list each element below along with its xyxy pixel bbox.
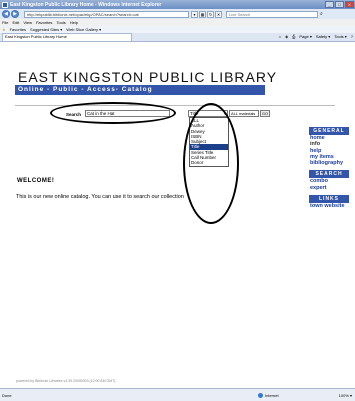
- tab-bar: East Kingston Public Library Home ⌂ ◈ ⎙ …: [0, 33, 355, 42]
- home-icon[interactable]: ⌂: [279, 34, 281, 40]
- dropdown-option-donor[interactable]: Donor: [190, 160, 228, 165]
- window-title: East Kingston Public Library Home - Wind…: [10, 1, 162, 8]
- sidebar-heading-links: LINKS: [309, 195, 349, 204]
- library-subtitle: Online - Public - Access- Catalog: [18, 86, 153, 93]
- status-bar: Done Internet 100% ▾: [0, 388, 355, 401]
- window-controls: _ □ X: [325, 1, 354, 8]
- menu-view[interactable]: View: [23, 20, 32, 25]
- intro-text: This is our new online catalog. You can …: [16, 194, 184, 200]
- stop-icon[interactable]: ✕: [215, 10, 222, 18]
- search-input[interactable]: Cat in the Hat: [85, 110, 170, 117]
- library-title: EAST KINGSTON PUBLIC LIBRARY: [18, 69, 278, 85]
- menu-edit[interactable]: Edit: [12, 20, 19, 25]
- menu-favorites[interactable]: Favorites: [36, 20, 52, 25]
- sidebar-link-town-website[interactable]: town website: [309, 203, 349, 209]
- compatibility-icon[interactable]: ▦: [199, 10, 206, 18]
- search-icon[interactable]: ⌕: [320, 11, 323, 17]
- status-text: Done: [2, 393, 12, 398]
- address-buttons: ▾ ▦ ↻ ✕: [191, 10, 222, 18]
- address-bar: ◀ ▶ http://ekpublib.biblionix.net/opac/e…: [0, 9, 355, 19]
- url-input[interactable]: http://ekpublib.biblionix.net/opac/ekp/O…: [24, 10, 189, 18]
- maximize-button[interactable]: □: [335, 1, 344, 8]
- menu-file[interactable]: File: [2, 20, 8, 25]
- tools-menu[interactable]: Tools ▾: [334, 34, 346, 40]
- go-button[interactable]: GO: [260, 110, 270, 117]
- help-icon[interactable]: ?: [351, 34, 353, 40]
- safety-menu[interactable]: Safety ▾: [316, 34, 330, 40]
- favorites-star-icon[interactable]: ★: [2, 27, 6, 32]
- tab-library-home[interactable]: East Kingston Public Library Home: [2, 33, 132, 41]
- menu-tools[interactable]: Tools: [56, 20, 65, 25]
- dropdown-icon[interactable]: ▾: [191, 10, 198, 18]
- minimize-button[interactable]: _: [325, 1, 334, 8]
- sidebar: GENERAL home info help my items bibliogr…: [309, 127, 349, 209]
- favorites-button[interactable]: Favorites: [10, 27, 26, 32]
- powered-by-footer: powered by Biblionix Libraries v3.39.200…: [16, 379, 116, 383]
- forward-icon[interactable]: ▶: [11, 10, 19, 18]
- window-title-bar: East Kingston Public Library Home - Wind…: [0, 0, 355, 9]
- close-button[interactable]: X: [345, 1, 354, 8]
- material-select[interactable]: ALL materials: [229, 110, 259, 117]
- menu-help[interactable]: Help: [70, 20, 78, 25]
- live-search-input[interactable]: Live Search: [226, 10, 318, 18]
- welcome-heading: WELCOME!: [17, 178, 55, 184]
- feeds-icon[interactable]: ◈: [285, 34, 288, 40]
- refresh-icon[interactable]: ↻: [207, 10, 214, 18]
- globe-icon: [258, 393, 263, 398]
- suggested-sites-link[interactable]: Suggested Sites ▾: [30, 27, 62, 32]
- zone-label: Internet: [265, 393, 279, 398]
- print-icon[interactable]: ⎙: [292, 34, 295, 40]
- command-bar: ⌂ ◈ ⎙ Page ▾ Safety ▾ Tools ▾ ?: [279, 34, 353, 40]
- library-banner: Online - Public - Access- Catalog: [15, 85, 265, 95]
- menu-bar: File Edit View Favorites Tools Help: [0, 19, 355, 26]
- search-label: Search: [66, 112, 82, 117]
- favorites-bar: ★ Favorites Suggested Sites ▾ Web Slice …: [0, 26, 355, 33]
- web-slice-gallery-link[interactable]: Web Slice Gallery ▾: [66, 27, 101, 32]
- zoom-control[interactable]: 100% ▾: [339, 393, 352, 398]
- page-content: EAST KINGSTON PUBLIC LIBRARY Online - Pu…: [0, 42, 355, 388]
- security-zone: Internet: [258, 393, 279, 398]
- sidebar-heading-search: SEARCH: [309, 170, 349, 179]
- search-field-select[interactable]: Title: [188, 110, 228, 117]
- search-field-dropdown: ALL Author Dewey ISBN Subject Title Seri…: [189, 117, 229, 167]
- page-menu[interactable]: Page ▾: [299, 34, 311, 40]
- sidebar-heading-general: GENERAL: [309, 127, 349, 135]
- divider: [15, 105, 335, 106]
- back-icon[interactable]: ◀: [2, 10, 10, 18]
- ie-icon: [2, 1, 8, 8]
